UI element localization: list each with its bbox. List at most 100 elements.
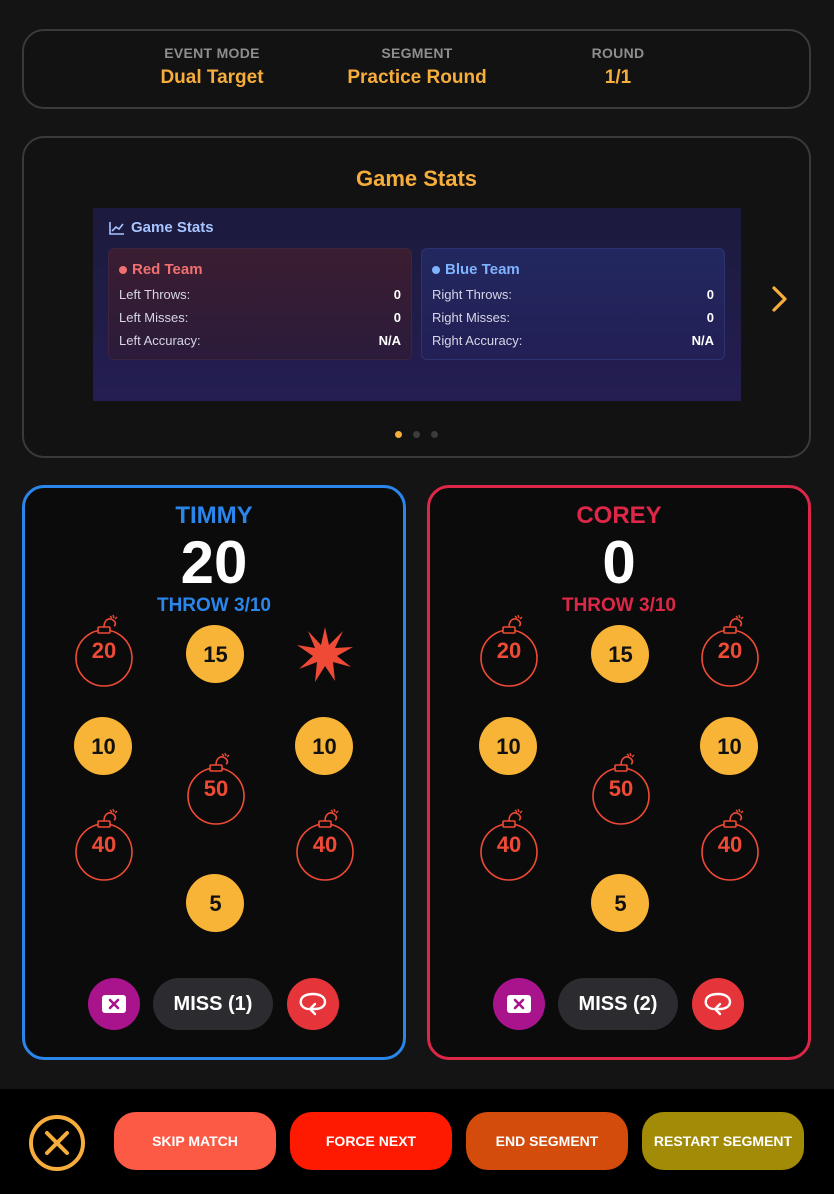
delete-icon <box>507 995 531 1013</box>
undo-button[interactable] <box>88 978 140 1030</box>
bomb-target[interactable]: 20 <box>700 614 760 687</box>
target-value: 20 <box>91 638 117 663</box>
target-value: 40 <box>91 832 117 857</box>
coin-target[interactable]: 5 <box>591 874 649 932</box>
stat-label: Right Misses: <box>432 310 511 325</box>
bomb-target[interactable]: 20 <box>74 614 134 687</box>
stat-row: Right Accuracy: N/A <box>432 329 714 352</box>
stats-panel-title: Game Stats <box>355 166 478 191</box>
stat-label: Left Throws: <box>119 287 191 302</box>
blue-team-name: Blue Team <box>432 261 714 278</box>
stat-label: Right Throws: <box>432 287 512 302</box>
replay-button[interactable] <box>692 978 744 1030</box>
player-panel-timmy: TIMMY 20 THROW 3/10 20 15 10 10 50 40 40 5 MISS… <box>22 485 406 1060</box>
line-chart-icon <box>109 221 124 235</box>
stat-row: Right Throws: 0 <box>432 283 714 306</box>
segment-info: SEGMENT Practice Round <box>317 45 517 89</box>
chevron-right-icon[interactable] <box>769 284 791 314</box>
player-score: 20 <box>180 529 248 596</box>
slide-heading-text: Game Stats <box>131 219 214 236</box>
stat-label: Left Misses: <box>119 310 189 325</box>
target-value: 50 <box>203 776 229 801</box>
target-value: 20 <box>496 638 522 663</box>
target-value: 10 <box>480 718 537 775</box>
event-mode: EVENT MODE Dual Target <box>112 45 312 89</box>
stat-value: N/A <box>691 333 714 348</box>
event-mode-value: Dual Target <box>160 67 264 88</box>
coin-target[interactable]: 15 <box>186 625 244 683</box>
bomb-target[interactable]: 40 <box>295 808 355 881</box>
stat-label: Right Accuracy: <box>432 333 523 348</box>
target-value: 15 <box>187 626 244 683</box>
coin-target[interactable]: 10 <box>295 717 353 775</box>
stat-row: Left Misses: 0 <box>119 306 401 329</box>
throw-controls: MISS (1) <box>25 978 403 1032</box>
carousel-dots <box>24 431 809 438</box>
round-value: 1/1 <box>604 67 632 88</box>
blue-dot-icon <box>432 265 440 274</box>
stat-row: Left Accuracy: N/A <box>119 329 401 352</box>
replay-button[interactable] <box>287 978 339 1030</box>
target-value: 40 <box>496 832 522 857</box>
miss-button[interactable]: MISS (2) <box>558 978 678 1030</box>
target-value: 50 <box>608 776 634 801</box>
hit-target[interactable] <box>295 625 355 685</box>
target-value: 20 <box>717 638 743 663</box>
game-stats-panel: Game Stats Game Stats Red Team Left Thro… <box>22 136 811 458</box>
player-panel-corey: COREY 0 THROW 3/10 20 15 20 10 10 50 40 40 5 MIS… <box>427 485 811 1060</box>
bomb-target[interactable]: 40 <box>700 808 760 881</box>
player-name: COREY <box>576 502 662 529</box>
stat-value: 0 <box>706 287 714 302</box>
target-value: 10 <box>701 718 758 775</box>
coin-target[interactable]: 5 <box>186 874 244 932</box>
target-value: 5 <box>592 875 649 932</box>
red-team-name: Red Team <box>119 261 401 278</box>
stats-carousel-slide[interactable]: Game Stats Red Team Left Throws: 0 Left M… <box>93 208 741 401</box>
stat-value: N/A <box>378 333 401 348</box>
footer-action-bar: SKIP MATCH FORCE NEXT END SEGMENT RESTAR… <box>0 1089 834 1194</box>
coin-target[interactable]: 15 <box>591 625 649 683</box>
delete-icon <box>102 995 126 1013</box>
segment-value: Practice Round <box>347 67 487 88</box>
undo-button[interactable] <box>493 978 545 1030</box>
bomb-target[interactable]: 50 <box>186 752 246 825</box>
target-value: 10 <box>296 718 353 775</box>
bomb-target[interactable]: 20 <box>479 614 539 687</box>
red-team-label: Red Team <box>132 261 203 278</box>
stat-row: Left Throws: 0 <box>119 283 401 306</box>
stat-value: 0 <box>706 310 714 325</box>
carousel-dot[interactable] <box>431 431 438 438</box>
red-dot-icon <box>119 265 127 274</box>
target-value: 10 <box>75 718 132 775</box>
target-value: 40 <box>717 832 743 857</box>
target-value: 15 <box>592 626 649 683</box>
end-segment-button[interactable]: END SEGMENT <box>466 1112 628 1170</box>
stat-value: 0 <box>393 287 401 302</box>
stat-row: Right Misses: 0 <box>432 306 714 329</box>
round-info: ROUND 1/1 <box>518 45 718 89</box>
coin-target[interactable]: 10 <box>74 717 132 775</box>
carousel-dot[interactable] <box>413 431 420 438</box>
restart-segment-button[interactable]: RESTART SEGMENT <box>642 1112 804 1170</box>
blue-team-label: Blue Team <box>445 261 520 278</box>
target-value: 40 <box>312 832 338 857</box>
bomb-target[interactable]: 40 <box>479 808 539 881</box>
player-score: 0 <box>602 529 636 596</box>
red-team-stats: Red Team Left Throws: 0 Left Misses: 0 Lef… <box>108 248 412 360</box>
segment-label: SEGMENT <box>381 45 453 61</box>
skip-match-button[interactable]: SKIP MATCH <box>114 1112 276 1170</box>
coin-target[interactable]: 10 <box>700 717 758 775</box>
stat-label: Left Accuracy: <box>119 333 201 348</box>
miss-button[interactable]: MISS (1) <box>153 978 273 1030</box>
player-name: TIMMY <box>175 502 253 529</box>
event-mode-label: EVENT MODE <box>164 45 260 61</box>
force-next-button[interactable]: FORCE NEXT <box>290 1112 452 1170</box>
replay-icon <box>704 992 732 1016</box>
close-circle-icon[interactable] <box>28 1114 86 1172</box>
coin-target[interactable]: 10 <box>479 717 537 775</box>
round-label: ROUND <box>591 45 645 61</box>
target-value: 5 <box>187 875 244 932</box>
bomb-target[interactable]: 40 <box>74 808 134 881</box>
carousel-dot[interactable] <box>395 431 402 438</box>
bomb-target[interactable]: 50 <box>591 752 651 825</box>
